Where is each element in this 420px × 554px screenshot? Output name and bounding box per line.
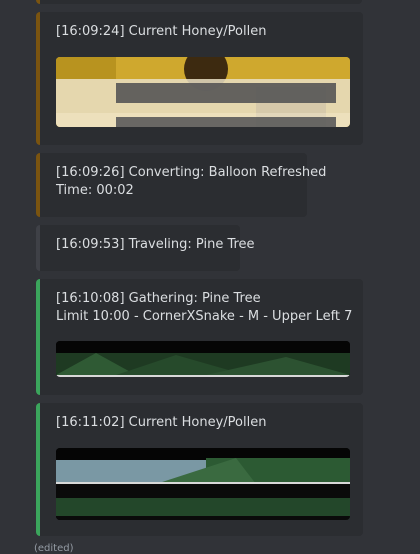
gathering-image (56, 341, 350, 377)
embed-converting: [16:09:26] Converting: Balloon Refreshed… (36, 153, 326, 217)
embed-description: [16:09:24] Current Honey/Pollen (56, 24, 267, 39)
honey-pollen-image-2 (56, 448, 350, 520)
embed-traveling: [16:09:53] Traveling: Pine Tree (36, 225, 255, 271)
embed-honey-pollen-2: [16:11:02] Current Honey/Pollen (36, 403, 363, 536)
embed-description: [16:09:26] Converting: Balloon Refreshed… (56, 165, 327, 198)
embed-description: [16:09:53] Traveling: Pine Tree (56, 237, 255, 252)
embed-description: [16:10:08] Gathering: Pine Tree Limit 10… (56, 291, 353, 324)
embed-gathering: [16:10:08] Gathering: Pine Tree Limit 10… (36, 279, 363, 395)
previous-embed-fragment (36, 0, 362, 4)
honey-pollen-screenshot-2[interactable] (56, 448, 350, 520)
embed-honey-pollen-1: [16:09:24] Current Honey/Pollen (36, 12, 363, 145)
honey-pollen-image (56, 57, 350, 127)
edited-label: (edited) (34, 543, 74, 554)
embed-description: [16:11:02] Current Honey/Pollen (56, 415, 267, 430)
gathering-screenshot[interactable] (56, 341, 350, 377)
honey-pollen-screenshot[interactable] (56, 57, 350, 127)
